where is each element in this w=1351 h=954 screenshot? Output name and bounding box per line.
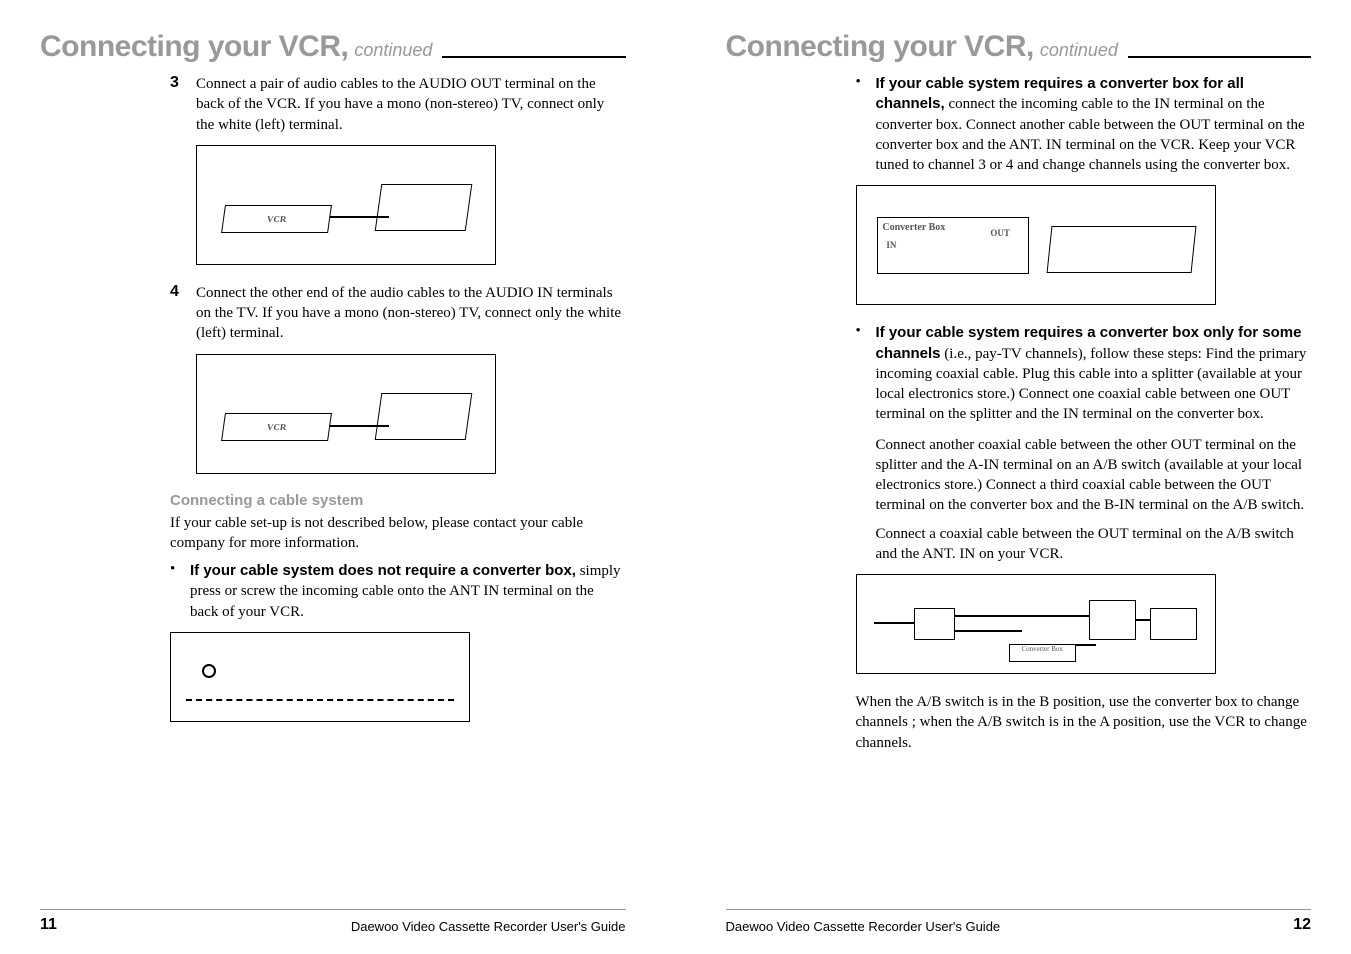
closing-paragraph: When the A/B switch is in the B position… (856, 692, 1312, 753)
splitter-icon (914, 608, 954, 639)
vcr-box-icon: VCR (221, 205, 332, 233)
out-label: OUT (990, 228, 1010, 238)
diagram-simple-cable (170, 632, 470, 722)
converter-box-icon: Converter Box IN OUT (877, 217, 1029, 274)
wire-icon (955, 615, 1090, 617)
left-continued: continued (354, 40, 432, 61)
step-3: 3 Connect a pair of audio cables to the … (170, 74, 626, 135)
diagram-vcr-audio-out: VCR (196, 145, 496, 265)
sketch: VCR (212, 158, 480, 252)
cable-system-intro: If your cable set-up is not described be… (170, 513, 626, 554)
sketch: Converter Box (867, 585, 1204, 663)
rule-line (442, 56, 625, 58)
diagram-ab-switch: Converter Box (856, 574, 1216, 674)
step-4: 4 Connect the other end of the audio cab… (170, 283, 626, 344)
left-page: Connecting your VCR, continued 3 Connect… (0, 0, 676, 954)
para-ab-out: Connect a coaxial cable between the OUT … (856, 524, 1312, 565)
right-title: Connecting your VCR, (726, 30, 1034, 64)
footer-text-left: Daewoo Video Cassette Recorder User's Gu… (351, 919, 626, 934)
right-page: Connecting your VCR, continued • If your… (676, 0, 1351, 954)
converter-box-label: Converter Box (882, 222, 945, 233)
bullet-converter-some: • If your cable system requires a conver… (856, 323, 1312, 424)
in-label: IN (886, 240, 896, 250)
tv-box-icon (375, 184, 473, 231)
right-header: Connecting your VCR, continued (726, 30, 1312, 64)
rule-line (1128, 56, 1311, 58)
left-title: Connecting your VCR, (40, 30, 348, 64)
wire-icon (874, 622, 914, 624)
bullet-dot-icon: • (856, 74, 876, 175)
step-3-text: Connect a pair of audio cables to the AU… (196, 74, 626, 135)
converter-mini-icon: Converter Box (1009, 644, 1076, 661)
sketch: VCR (212, 366, 480, 460)
vcr-box-icon: VCR (221, 413, 332, 441)
floor-line-icon (186, 699, 454, 701)
subhead-cable-system: Connecting a cable system (170, 492, 626, 509)
bullet-no-converter-text: If your cable system does not require a … (190, 561, 626, 622)
tv-box-icon (375, 393, 473, 440)
jack-icon (202, 664, 216, 678)
bullet-no-converter: • If your cable system does not require … (170, 561, 626, 622)
bullet-converter-all: • If your cable system requires a conver… (856, 74, 1312, 175)
right-content: • If your cable system requires a conver… (726, 74, 1312, 909)
wire-icon (1076, 644, 1096, 646)
sketch (186, 646, 454, 708)
bullet-converter-all-text: If your cable system requires a converte… (876, 74, 1312, 175)
bullet-lead: If your cable system does not require a … (190, 562, 576, 579)
page-number-right: 12 (1293, 916, 1311, 934)
wire-icon (1136, 619, 1149, 621)
bullet-dot-icon: • (170, 561, 190, 622)
ab-switch-icon (1089, 600, 1136, 639)
left-footer: 11 Daewoo Video Cassette Recorder User's… (40, 909, 626, 934)
wire-icon (955, 630, 1022, 632)
sketch: Converter Box IN OUT (871, 198, 1200, 292)
right-footer: Daewoo Video Cassette Recorder User's Gu… (726, 909, 1312, 934)
step-number: 4 (170, 283, 196, 344)
left-content: 3 Connect a pair of audio cables to the … (40, 74, 626, 909)
right-continued: continued (1040, 40, 1118, 61)
vcr-box-icon (1046, 226, 1196, 273)
step-4-text: Connect the other end of the audio cable… (196, 283, 626, 344)
bullet-rest: (i.e., pay-TV channels), follow these st… (876, 346, 1307, 423)
cable-line-icon (330, 425, 389, 427)
diagram-vcr-audio-in: VCR (196, 354, 496, 474)
page-number-left: 11 (40, 916, 57, 934)
left-header: Connecting your VCR, continued (40, 30, 626, 64)
cable-line-icon (330, 216, 389, 218)
bullet-converter-some-text: If your cable system requires a converte… (876, 323, 1312, 424)
bullet-dot-icon: • (856, 323, 876, 424)
step-number: 3 (170, 74, 196, 135)
vcr-mini-icon (1150, 608, 1197, 639)
diagram-converter-box: Converter Box IN OUT (856, 185, 1216, 305)
footer-text-right: Daewoo Video Cassette Recorder User's Gu… (726, 919, 1001, 934)
para-ab-switch: Connect another coaxial cable between th… (856, 435, 1312, 516)
